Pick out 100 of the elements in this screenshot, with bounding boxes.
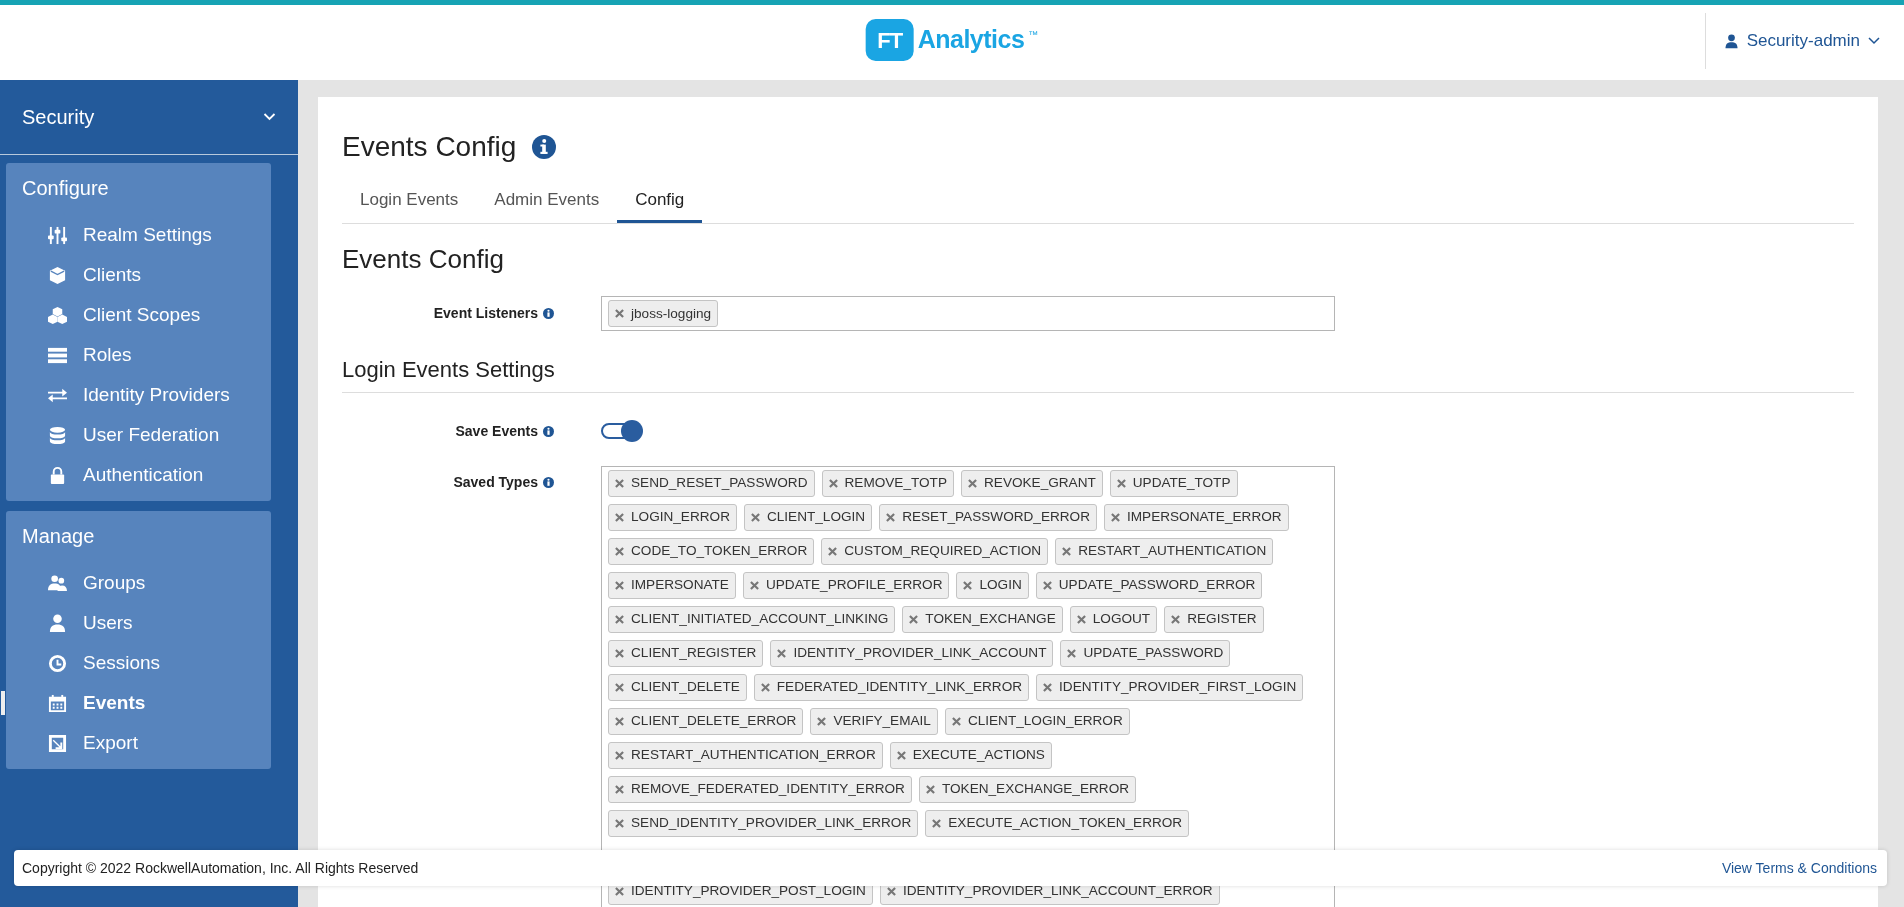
remove-icon	[615, 309, 624, 319]
remove-icon	[886, 512, 896, 522]
tag: SEND_IDENTITY_PROVIDER_LINK_ERROR	[608, 809, 919, 837]
tag: jboss-logging	[608, 300, 719, 328]
tag: EXECUTE_ACTION_TOKEN_ERROR	[925, 809, 1190, 837]
tag: REGISTER	[1164, 605, 1264, 633]
tag: IMPERSONATE_ERROR	[1104, 503, 1289, 531]
tab[interactable]: Config	[617, 180, 703, 224]
tag-input-field[interactable]: jboss-logging	[601, 296, 1335, 332]
tag: REMOVE_TOTP	[821, 469, 954, 497]
sidebar-item[interactable]: Groups	[6, 563, 271, 603]
tag: CUSTOM_REQUIRED_ACTION	[821, 537, 1049, 565]
tag: UPDATE_PASSWORD_ERROR	[1035, 571, 1263, 599]
sidebar-item[interactable]: Clients	[6, 255, 271, 295]
tag: RESET_PASSWORD_ERROR	[879, 503, 1097, 531]
sidebar-item[interactable]: Realm Settings	[6, 215, 271, 255]
remove-icon	[615, 886, 624, 896]
section-title: Configure	[21, 176, 110, 201]
remove-icon	[615, 478, 624, 488]
sidebar-item[interactable]: User Federation	[6, 415, 271, 455]
user-menu[interactable]: Security-admin	[1704, 13, 1904, 69]
remove-icon	[750, 512, 760, 522]
sidebar-item[interactable]: Roles	[6, 335, 271, 375]
remove-icon	[925, 784, 935, 794]
remove-icon	[1076, 614, 1086, 624]
remove-icon	[886, 886, 896, 896]
tag: VERIFY_EMAIL	[810, 707, 938, 735]
tag: CODE_TO_TOKEN_ERROR	[608, 537, 815, 565]
remove-icon	[760, 682, 770, 692]
export-icon	[48, 733, 67, 753]
database-icon	[48, 425, 67, 445]
field-label: Saved Types	[453, 472, 538, 492]
remove-icon	[1116, 478, 1126, 488]
remove-icon	[1043, 682, 1053, 692]
tag: IDENTITY_PROVIDER_LINK_ACCOUNT	[770, 639, 1054, 667]
info-icon	[532, 134, 557, 159]
tab[interactable]: Admin Events	[476, 180, 618, 224]
remove-icon	[896, 750, 906, 760]
tag: CLIENT_LOGIN_ERROR	[944, 707, 1130, 735]
tag: UPDATE_PASSWORD	[1060, 639, 1231, 667]
sidebar-item[interactable]: Users	[6, 603, 271, 643]
trademark: ™	[1028, 28, 1039, 42]
tag: REVOKE_GRANT	[961, 469, 1103, 497]
remove-icon	[615, 784, 624, 794]
tag: UPDATE_PROFILE_ERROR	[742, 571, 950, 599]
sliders-icon	[48, 225, 67, 245]
remove-icon	[963, 580, 973, 590]
field-label: Save Events	[455, 421, 538, 441]
remove-icon	[615, 716, 624, 726]
page-title: Events Config	[342, 130, 517, 164]
copyright-text: Copyright © 2022 RockwellAutomation, Inc. All Rights Reserved	[22, 858, 419, 878]
logo-text: Analytics	[917, 24, 1025, 56]
tag: LOGOUT	[1069, 605, 1158, 633]
subsection-heading: Login Events Settings	[342, 357, 1854, 393]
calendar-icon	[48, 693, 67, 713]
remove-icon	[909, 614, 919, 624]
remove-icon	[615, 648, 624, 658]
chevron-icon	[263, 113, 276, 121]
remove-icon	[615, 580, 624, 590]
remove-icon	[817, 716, 827, 726]
sidebar-item[interactable]: Client Scopes	[6, 295, 271, 335]
remove-icon	[1042, 580, 1052, 590]
tag: SEND_RESET_PASSWORD	[608, 469, 815, 497]
tag: IMPERSONATE	[608, 571, 736, 599]
remove-icon	[615, 512, 624, 522]
user-icon	[48, 613, 67, 633]
tag: LOGIN	[956, 571, 1029, 599]
field-label: Event Listeners	[433, 304, 538, 324]
list-icon	[48, 345, 67, 365]
tag: UPDATE_TOTP	[1109, 469, 1238, 497]
remove-icon	[777, 648, 787, 658]
remove-icon	[828, 546, 838, 556]
remove-icon	[749, 580, 759, 590]
tab[interactable]: Login Events	[342, 180, 477, 224]
terms-link[interactable]: View Terms & Conditions	[1721, 857, 1877, 879]
sidebar-item[interactable]: Authentication	[6, 455, 271, 495]
sidebar-item[interactable]: Export	[6, 723, 271, 763]
remove-icon	[1111, 512, 1120, 522]
sidebar-item[interactable]: Sessions	[6, 643, 271, 683]
tag: CLIENT_REGISTER	[608, 639, 764, 667]
section-title: Manage	[21, 524, 96, 549]
toggle-switch[interactable]	[601, 423, 641, 440]
tag: TOKEN_EXCHANGE_ERROR	[918, 775, 1137, 803]
tag: FEDERATED_IDENTITY_LINK_ERROR	[753, 673, 1030, 701]
sidebar-item[interactable]: Identity Providers	[6, 375, 271, 415]
tag: CLIENT_INITIATED_ACCOUNT_LINKING	[608, 605, 896, 633]
user-icon	[1723, 32, 1739, 50]
lock-icon	[48, 465, 67, 485]
remove-icon	[1062, 546, 1072, 556]
tag: IDENTITY_PROVIDER_FIRST_LOGIN	[1036, 673, 1304, 701]
tag: TOKEN_EXCHANGE	[902, 605, 1063, 633]
remove-icon	[932, 818, 942, 828]
section-heading: Events Config	[342, 244, 505, 276]
clock-icon	[48, 653, 67, 673]
cubes-icon	[48, 305, 67, 325]
logo-mark: FT	[865, 19, 914, 61]
remove-icon	[951, 716, 961, 726]
info-icon	[543, 476, 554, 488]
chevron-icon	[1868, 37, 1880, 45]
info-icon	[543, 308, 554, 320]
